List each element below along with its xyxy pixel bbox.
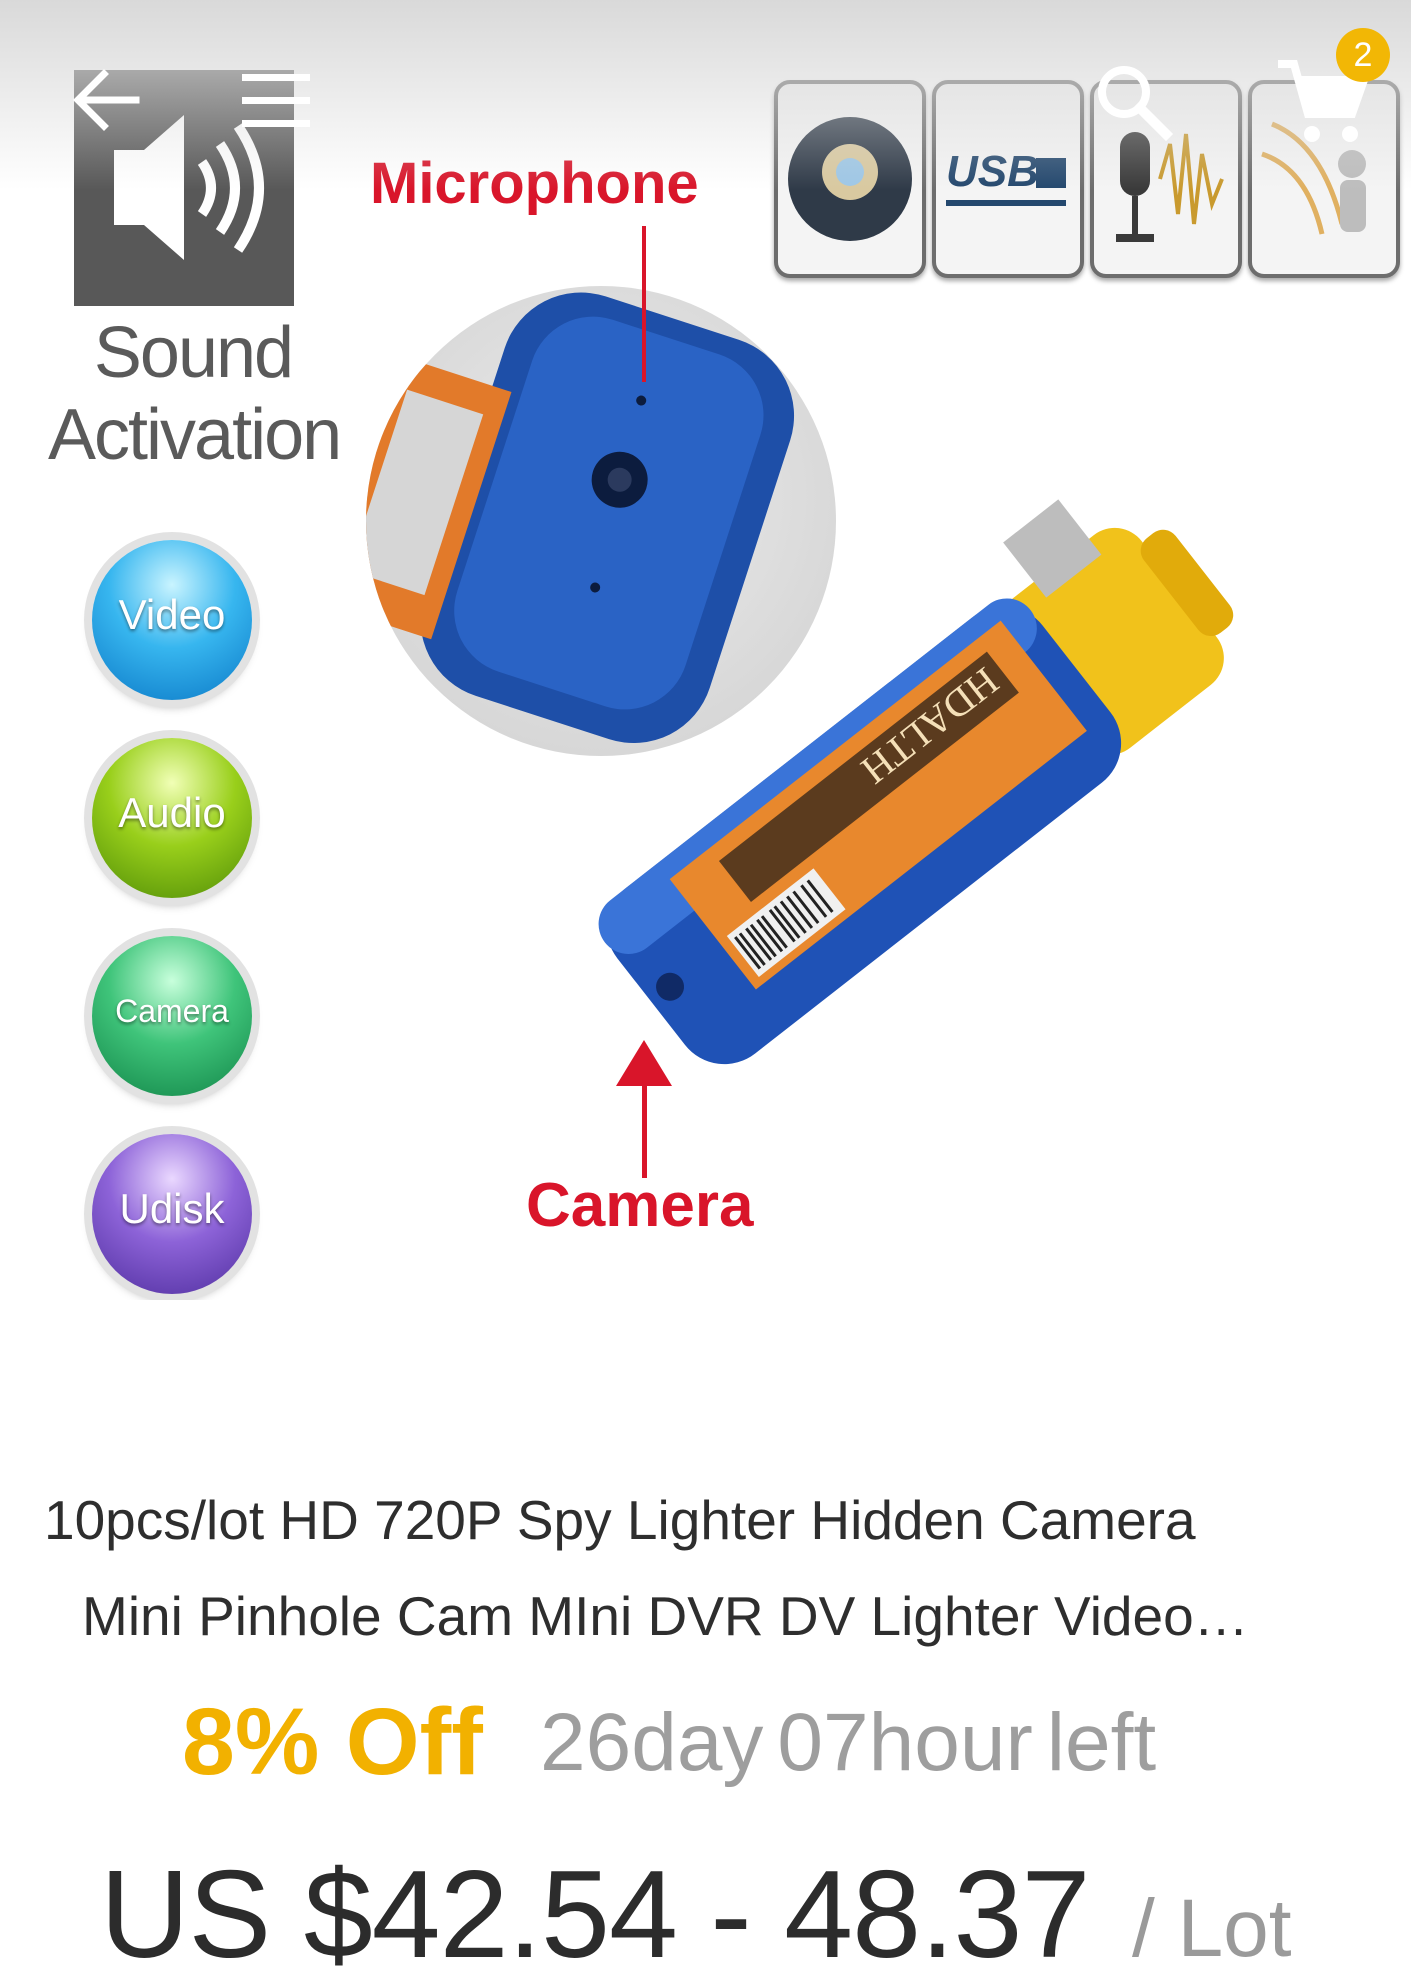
countdown-hours: 07hour [777,1697,1033,1788]
search-icon[interactable] [1090,58,1174,142]
cart-count-badge: 2 [1336,28,1390,82]
udisk-orb-icon: Udisk [92,1134,252,1294]
hamburger-menu-icon[interactable] [236,66,316,136]
product-title-line-1: 10pcs/lot HD 720P Spy Lighter Hidden Cam… [44,1489,1196,1551]
product-image-gallery[interactable]: Sound Activation Video Audio Camera Udis… [0,0,1411,1300]
microphone-callout-line [642,226,646,382]
audio-orb-icon: Audio [92,738,252,898]
price-unit: / Lot [1132,1883,1292,1974]
camera-callout-label: Camera [526,1171,754,1240]
product-title-line-2: Mini Pinhole Cam MIni DVR DV Lighter Vid… [82,1585,1249,1647]
top-bar-gradient [0,0,1411,190]
camera-callout-arrowhead [616,1040,672,1086]
product-title: 10pcs/lot HD 720P Spy Lighter Hidden Cam… [44,1472,1394,1664]
video-orb-icon: Video [92,540,252,700]
discount-badge: 8% Off [182,1689,483,1795]
price-range: US $42.54 - 48.37 [100,1846,1090,1984]
back-arrow-icon[interactable] [66,60,146,140]
countdown-days: 26day [540,1697,764,1788]
camera-orb-icon: Camera [92,936,252,1096]
sound-activation-label: Sound Activation [48,313,342,475]
countdown-suffix: left [1046,1697,1157,1788]
countdown-timer: 26day 07hour left [540,1696,1170,1790]
spy-lighter-image: HDALTH [598,499,1234,1065]
